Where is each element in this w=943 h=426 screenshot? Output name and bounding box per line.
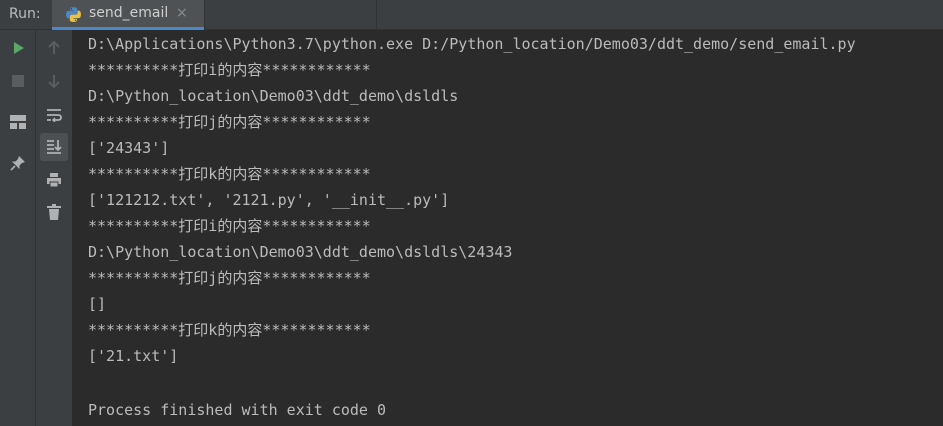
run-label: Run: [9,6,41,22]
tab-title: send_email [89,5,169,21]
python-icon [66,7,81,22]
console-line: D:\Python_location\Demo03\ddt_demo\dsldl… [88,243,513,261]
layout-icon[interactable] [6,110,30,134]
divider [376,0,377,30]
exit-status-line: Process finished with exit code 0 [88,401,387,419]
console-line: ['24343'] [88,139,170,157]
trash-icon[interactable] [42,200,66,224]
console-line: D:\Python_location\Demo03\ddt_demo\dsldl… [88,87,459,105]
console-line: **********打印k的内容************ [88,165,371,183]
console-line: **********打印i的内容************ [88,217,371,235]
console-line: ['121212.txt', '2121.py', '__init__.py'] [88,191,450,209]
console-line: [] [88,295,107,313]
console-line: **********打印k的内容************ [88,321,371,339]
tab-send-email[interactable]: send_email × [52,0,204,30]
left-rail [0,30,36,426]
run-icon[interactable] [6,36,30,60]
console-line: **********打印j的内容************ [88,269,371,287]
scroll-to-end-icon[interactable] [40,133,68,161]
close-icon[interactable]: × [176,5,188,21]
console-tool-rail [36,30,72,426]
console-line: **********打印j的内容************ [88,113,371,131]
console-output[interactable]: D:\Applications\Python3.7\python.exe D:/… [72,30,943,426]
console-line: **********打印i的内容************ [88,61,371,79]
console-line: ['21.txt'] [88,347,179,365]
console-line: D:\Applications\Python3.7\python.exe D:/… [88,35,856,53]
soft-wrap-icon[interactable] [42,103,66,127]
down-arrow-icon[interactable] [42,69,66,93]
run-toolbar: Run: send_email × [0,0,943,30]
up-arrow-icon[interactable] [42,36,66,60]
stop-icon[interactable] [6,69,30,93]
print-icon[interactable] [42,168,66,192]
divider [204,0,205,30]
pin-icon[interactable] [6,151,30,175]
